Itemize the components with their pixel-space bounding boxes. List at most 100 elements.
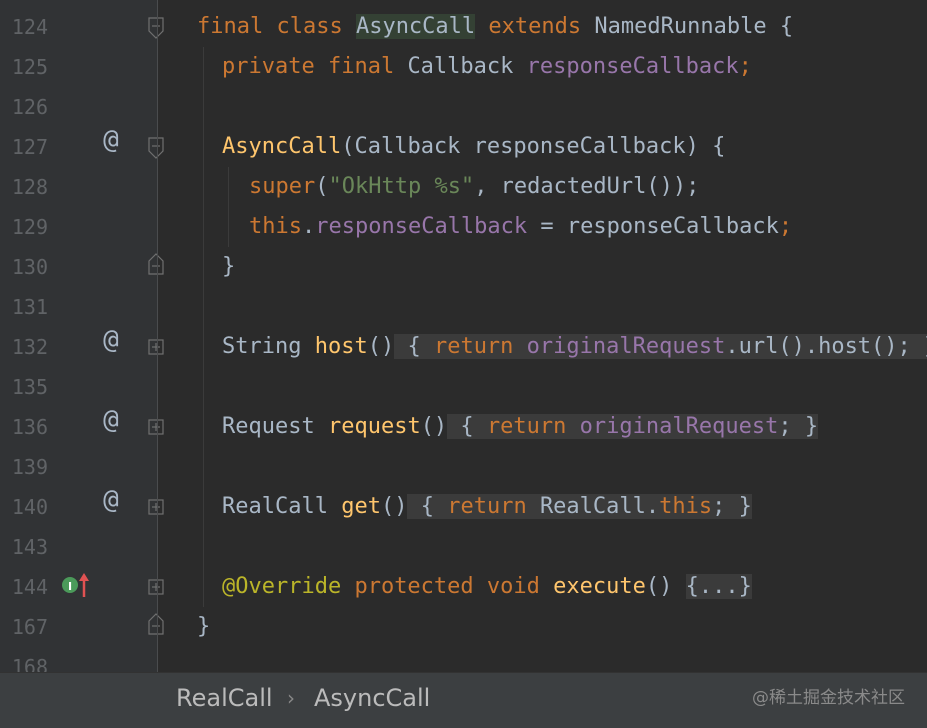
parens: () <box>380 494 408 519</box>
string-literal: "OkHttp %s" <box>328 174 475 199</box>
dot: . <box>301 214 316 239</box>
code-line-125[interactable]: private final Callback responseCallback; <box>222 47 752 87</box>
indent-guide <box>203 47 204 607</box>
method-name: request <box>327 414 421 439</box>
overrides-marker-icon[interactable]: @ <box>96 120 126 160</box>
code-line-167[interactable]: } <box>197 607 210 647</box>
folded-region[interactable]: { return originalRequest; } <box>447 414 819 439</box>
type-name: Request <box>222 414 328 439</box>
fold-expand-icon[interactable] <box>148 339 164 355</box>
line-number: 139 <box>11 455 48 479</box>
call-chain: .url().host() <box>725 334 898 359</box>
breadcrumb-item-realcall[interactable]: RealCall <box>176 683 273 713</box>
line-number: 126 <box>11 95 48 119</box>
code-line-130[interactable]: } <box>222 247 235 287</box>
call-args: , redactedUrl()); <box>474 174 700 199</box>
line-number: 143 <box>11 535 48 559</box>
brace: ; } <box>897 334 927 359</box>
fold-expand-icon[interactable] <box>148 579 164 595</box>
annotation: @Override <box>222 574 355 599</box>
method-name: host <box>314 334 368 359</box>
code-line-136[interactable]: Request request() { return originalReque… <box>222 407 819 447</box>
keyword: return <box>447 494 540 519</box>
keyword: this <box>249 214 302 239</box>
line-number: 136 <box>11 415 48 439</box>
semicolon: ; <box>738 54 752 79</box>
keyword: super <box>249 174 316 199</box>
code-line-132[interactable]: String host() { return originalRequest.u… <box>222 327 927 367</box>
folded-body[interactable]: {...} <box>685 574 752 599</box>
breadcrumb-separator-icon: › <box>287 686 295 710</box>
field-name: responseCallback <box>526 54 739 79</box>
code-line-124[interactable]: final class AsyncCall extends NamedRunna… <box>197 7 793 47</box>
fold-close-icon[interactable] <box>148 253 164 275</box>
line-number: 131 <box>11 295 48 319</box>
type-name: String <box>222 334 315 359</box>
line-number: 128 <box>11 175 48 199</box>
constructor-name: AsyncCall <box>222 134 342 159</box>
type-name: Callback <box>407 54 527 79</box>
overrides-marker-icon[interactable]: @ <box>96 320 126 360</box>
watermark: @稀土掘金技术社区 <box>752 688 905 708</box>
gutter-separator <box>157 0 158 672</box>
brace: { <box>407 494 448 519</box>
indent-guide <box>228 167 229 247</box>
code-line-140[interactable]: RealCall get() { return RealCall.this; } <box>222 487 752 527</box>
overrides-marker-icon[interactable]: @ <box>96 480 126 520</box>
line-number: 135 <box>11 375 48 399</box>
parens: () <box>645 574 686 599</box>
keyword: private final <box>222 54 408 79</box>
brace: { <box>394 334 434 359</box>
line-number: 124 <box>11 15 48 39</box>
line-number: 144 <box>11 575 48 599</box>
breadcrumb: RealCall › AsyncCall @稀土掘金技术社区 <box>0 672 927 728</box>
class-name: AsyncCall <box>355 14 476 39</box>
fold-open-icon[interactable] <box>148 17 164 39</box>
assignment: = responseCallback <box>527 214 779 239</box>
line-number: 127 <box>11 135 48 159</box>
semicolon: ; <box>778 214 793 239</box>
line-number: 125 <box>11 55 48 79</box>
line-number: 132 <box>11 335 48 359</box>
implements-method-icon[interactable]: I <box>60 571 94 601</box>
method-name: get <box>341 494 381 519</box>
line-number: 167 <box>11 615 48 639</box>
folded-region[interactable]: { return originalRequest.url().host(); } <box>394 334 927 359</box>
folded-region[interactable]: { return RealCall.this; } <box>407 494 752 519</box>
line-number: 130 <box>11 255 48 279</box>
breadcrumb-item-asynccall[interactable]: AsyncCall <box>314 683 430 713</box>
type-name: RealCall <box>222 494 342 519</box>
code-line-127[interactable]: AsyncCall(Callback responseCallback) { <box>222 127 725 167</box>
fold-expand-icon[interactable] <box>148 419 164 435</box>
editor-gutter: 124 125 126 127 128 129 130 131 132 135 … <box>0 0 164 679</box>
code-line-129[interactable]: this.responseCallback = responseCallback… <box>249 207 792 247</box>
fold-expand-icon[interactable] <box>148 499 164 515</box>
brace: ; } <box>778 414 819 439</box>
line-number: 129 <box>11 215 48 239</box>
superclass-name: NamedRunnable { <box>594 14 794 39</box>
method-name: execute <box>553 574 646 599</box>
implements-marker-label: I <box>68 580 72 593</box>
class-ref: RealCall. <box>539 494 660 519</box>
code-line-144[interactable]: @Override protected void execute() {...} <box>222 567 752 607</box>
paren: ( <box>315 174 329 199</box>
keyword: extends <box>475 14 595 39</box>
field-name: originalRequest <box>526 334 726 359</box>
parens: () <box>420 414 448 439</box>
fold-open-icon[interactable] <box>148 137 164 159</box>
code-line-128[interactable]: super("OkHttp %s", redactedUrl()); <box>249 167 699 207</box>
fold-close-icon[interactable] <box>148 613 164 635</box>
keyword: this <box>659 494 713 519</box>
parens: () <box>367 334 395 359</box>
line-number: 140 <box>11 495 48 519</box>
brace: ; } <box>712 494 752 519</box>
constructor-params: (Callback responseCallback) { <box>341 134 726 159</box>
keyword: final class <box>197 14 356 39</box>
field-name: responseCallback <box>315 214 528 239</box>
brace: { <box>447 414 487 439</box>
field-name: originalRequest <box>579 414 779 439</box>
overrides-marker-icon[interactable]: @ <box>96 400 126 440</box>
keyword: protected void <box>354 574 554 599</box>
keyword: return <box>486 414 580 439</box>
keyword: return <box>433 334 527 359</box>
